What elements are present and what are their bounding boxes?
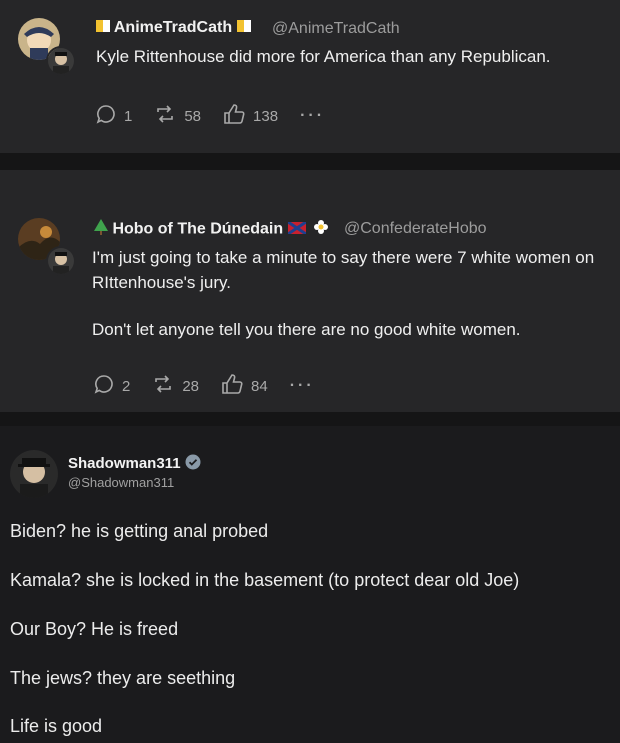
like-icon — [223, 103, 253, 129]
reply-icon — [94, 374, 122, 398]
display-name-text: Hobo of The Dúnedain — [112, 220, 284, 238]
repost-button[interactable]: 58 — [154, 104, 201, 128]
handle[interactable]: @Shadowman311 — [68, 475, 174, 490]
post-text-line: Don't let anyone tell you there are no g… — [92, 320, 521, 339]
flag-icon — [96, 19, 110, 37]
like-count: 138 — [253, 107, 279, 125]
flag-icon — [236, 19, 251, 37]
repost-icon — [154, 104, 184, 128]
more-options-button[interactable]: ··· — [290, 377, 315, 395]
divider — [0, 153, 620, 170]
handle[interactable]: @ConfederateHobo — [344, 220, 487, 238]
action-bar: 2 28 84 ··· — [94, 373, 315, 399]
post-text-line: Biden? he is getting anal probed — [10, 521, 269, 541]
avatar[interactable] — [10, 450, 58, 498]
action-bar: 1 58 138 ··· — [96, 103, 325, 129]
display-name-text: AnimeTradCath — [113, 19, 233, 37]
repost-icon — [152, 374, 182, 398]
verified-badge-icon — [185, 454, 201, 474]
like-button[interactable]: 84 — [221, 373, 268, 399]
handle[interactable]: @AnimeTradCath — [272, 20, 400, 38]
reply-button[interactable]: 1 — [96, 104, 132, 128]
like-icon — [221, 373, 251, 399]
display-name[interactable]: Hobo of The Dúnedain — [94, 219, 329, 240]
like-button[interactable]: 138 — [223, 103, 278, 129]
repost-button[interactable]: 28 — [152, 374, 199, 398]
post-text-line: The jews? they are seething — [10, 668, 236, 688]
flag-icon — [286, 220, 307, 239]
reply-count: 1 — [124, 107, 133, 125]
reply-icon — [96, 104, 124, 128]
secondary-avatar — [46, 246, 76, 276]
reply-button[interactable]: 2 — [94, 374, 130, 398]
display-name[interactable]: Shadowman311 — [68, 454, 201, 474]
post-text-line: I'm just going to take a minute to say t… — [92, 248, 595, 267]
display-name[interactable]: AnimeTradCath — [96, 19, 251, 37]
display-name-text: Shadowman311 — [68, 454, 181, 472]
repost-count: 28 — [182, 377, 200, 395]
secondary-avatar — [46, 46, 76, 76]
repost-count: 58 — [184, 107, 202, 125]
more-options-button[interactable]: ··· — [300, 107, 325, 125]
post-text: Kyle Rittenhouse did more for America th… — [96, 47, 551, 66]
divider — [0, 412, 620, 426]
flower-emoji-icon — [314, 220, 329, 239]
reply-count: 2 — [122, 377, 131, 395]
post-text-line: RIttenhouse's jury. — [92, 273, 231, 292]
post-text-line: Kamala? she is locked in the basement (t… — [10, 570, 520, 590]
like-count: 84 — [251, 377, 268, 395]
post-text-line: Our Boy? He is freed — [10, 619, 179, 639]
post-text-line: Life is good — [10, 716, 103, 736]
tree-emoji-icon — [94, 219, 108, 240]
